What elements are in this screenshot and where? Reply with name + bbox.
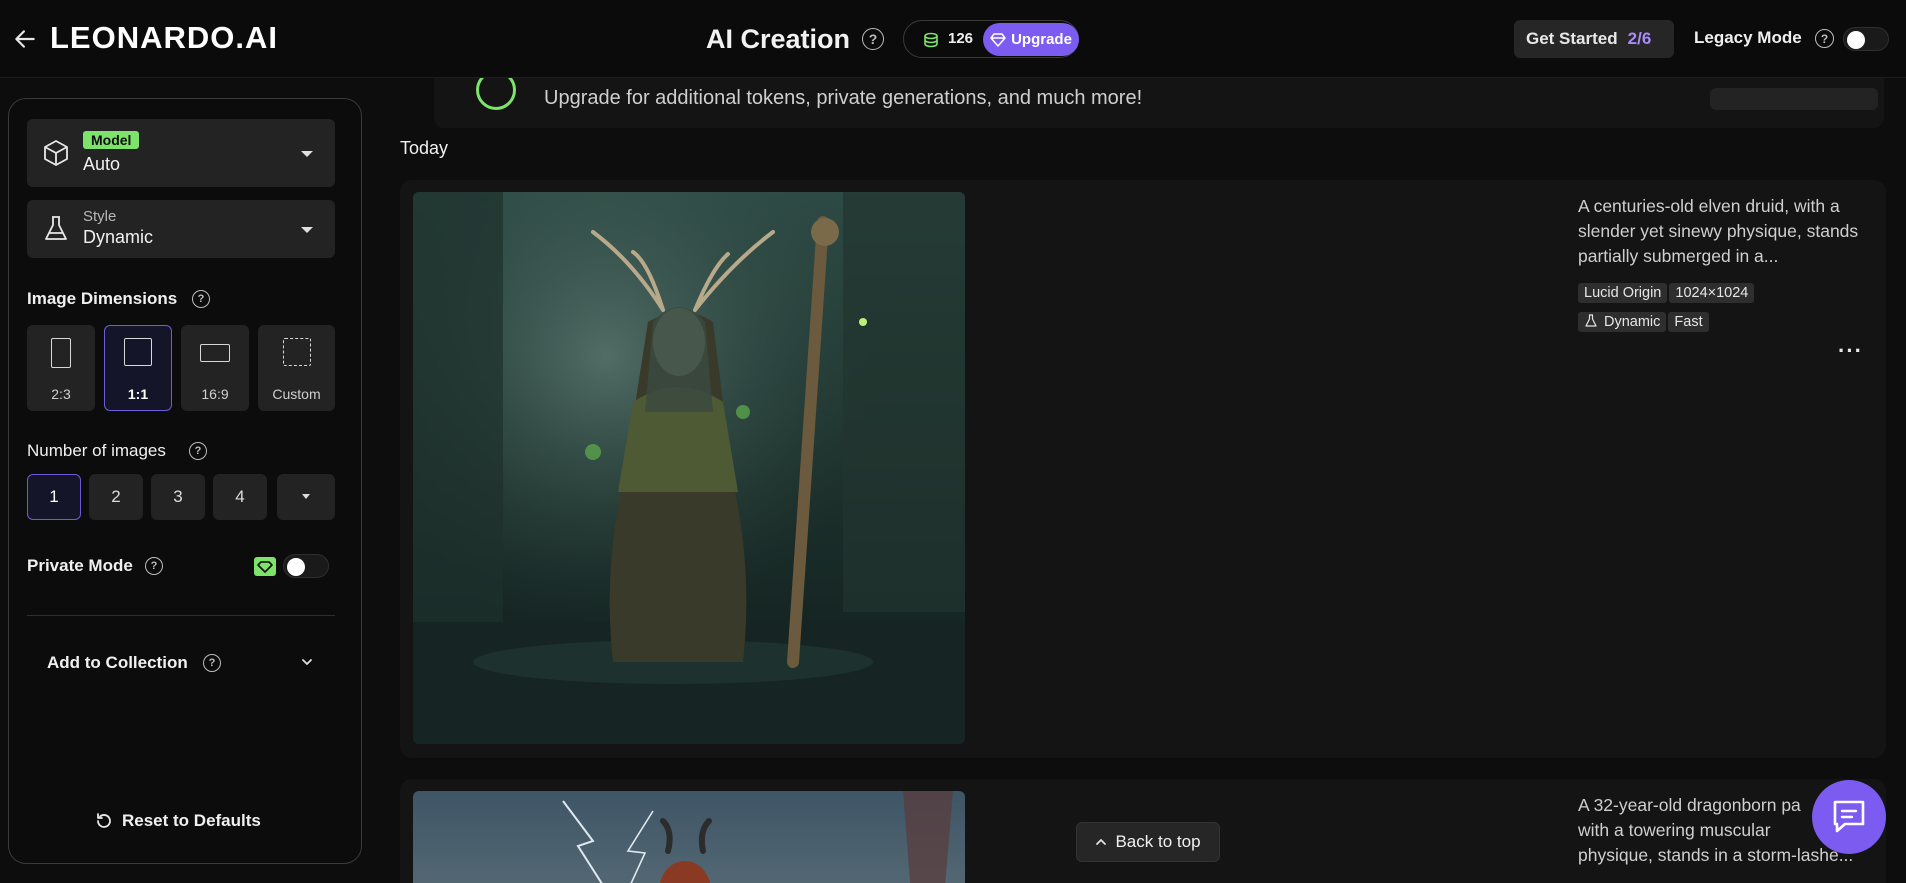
coins-icon xyxy=(924,32,938,48)
collection-help-icon[interactable]: ? xyxy=(203,654,221,672)
help-icon[interactable]: ? xyxy=(862,28,884,50)
upgrade-button[interactable]: Upgrade xyxy=(983,23,1079,56)
number-help-icon[interactable]: ? xyxy=(189,442,207,460)
style-value: Dynamic xyxy=(83,227,154,247)
chevron-down-icon xyxy=(301,227,313,233)
banner-button[interactable] xyxy=(1710,88,1878,110)
custom-size-icon xyxy=(283,338,311,366)
token-count: 126 xyxy=(948,30,974,47)
tag-size: 1024×1024 xyxy=(1669,283,1755,303)
generation-feed: Upgrade for additional tokens, private g… xyxy=(380,78,1906,883)
dimension-16-9-button[interactable]: 16:9 xyxy=(181,325,249,411)
model-value: Auto xyxy=(83,154,121,174)
style-select[interactable]: Style Dynamic xyxy=(27,200,335,258)
tag-style: Dynamic xyxy=(1578,312,1667,332)
tag-model: Lucid Origin xyxy=(1578,283,1668,303)
flask-icon xyxy=(45,216,67,240)
top-bar: LEONARDO.AI AI Creation ? 126 Upgrade Ge… xyxy=(0,0,1906,78)
upgrade-ring-icon xyxy=(476,78,516,110)
style-label: Style xyxy=(83,208,117,225)
dimension-label: 2:3 xyxy=(51,386,71,402)
reset-defaults-button[interactable]: Reset to Defaults xyxy=(94,811,261,831)
get-started-button[interactable]: Get Started 2/6 xyxy=(1514,20,1674,58)
generation-tags: Lucid Origin 1024×1024 xyxy=(1578,283,1756,303)
reset-label: Reset to Defaults xyxy=(122,811,261,830)
page-title: AI Creation xyxy=(706,24,851,54)
num-images-more-button[interactable] xyxy=(277,474,335,520)
num-images-4-button[interactable]: 4 xyxy=(213,474,267,520)
dimension-label: 16:9 xyxy=(201,386,229,402)
legacy-help-icon[interactable]: ? xyxy=(1815,29,1834,48)
legacy-mode-label: Legacy Mode xyxy=(1694,28,1802,47)
model-select[interactable]: Model Auto xyxy=(27,119,335,187)
generation-prompt: A centuries-old elven druid, with a slen… xyxy=(1578,196,1859,266)
image-dimensions-title: Image Dimensions xyxy=(27,289,178,308)
dimensions-help-icon[interactable]: ? xyxy=(192,290,210,308)
num-images-2-button[interactable]: 2 xyxy=(89,474,143,520)
legacy-mode-toggle[interactable] xyxy=(1843,27,1889,51)
chat-support-button[interactable] xyxy=(1812,780,1886,854)
upgrade-label: Upgrade xyxy=(1011,31,1072,48)
cube-icon xyxy=(44,140,68,166)
dimension-label: Custom xyxy=(272,386,321,402)
section-today: Today xyxy=(400,138,449,158)
model-badge: Model xyxy=(83,131,140,149)
dimension-1-1-button[interactable]: 1:1 xyxy=(104,325,172,411)
dimension-custom-button[interactable]: Custom xyxy=(258,325,335,411)
chevron-down-icon xyxy=(301,151,313,157)
num-images-3-button[interactable]: 3 xyxy=(151,474,205,520)
upgrade-banner: Upgrade for additional tokens, private g… xyxy=(434,78,1884,128)
brand-logo[interactable]: LEONARDO.AI xyxy=(50,20,278,56)
banner-text: Upgrade for additional tokens, private g… xyxy=(544,87,1143,109)
toggle-knob xyxy=(287,558,305,576)
tag-style-label: Dynamic xyxy=(1604,314,1661,330)
chevron-up-icon xyxy=(1096,839,1107,845)
chevron-down-icon[interactable] xyxy=(300,655,314,669)
add-to-collection-label[interactable]: Add to Collection xyxy=(47,653,188,673)
back-to-top-label: Back to top xyxy=(1115,832,1201,851)
get-started-label: Get Started xyxy=(1526,29,1618,48)
dimension-2-3-button[interactable]: 2:3 xyxy=(27,325,95,411)
generation-tags-2: Dynamic Fast xyxy=(1578,312,1711,332)
private-mode-toggle[interactable] xyxy=(283,554,329,578)
chevron-down-icon xyxy=(302,494,310,499)
token-balance: 126 Upgrade xyxy=(903,20,1079,58)
generated-image-dragonborn[interactable] xyxy=(413,791,965,883)
premium-gem-icon xyxy=(254,557,276,576)
generated-image-druid[interactable] xyxy=(413,192,965,744)
divider xyxy=(27,615,335,616)
private-help-icon[interactable]: ? xyxy=(145,557,163,575)
get-started-progress: 2/6 xyxy=(1627,29,1652,48)
generation-card: A centuries-old elven druid, with a slen… xyxy=(400,180,1886,758)
square-icon xyxy=(124,338,152,366)
number-of-images-title: Number of images xyxy=(27,441,166,460)
flask-icon xyxy=(1585,314,1597,327)
arrow-left-icon[interactable] xyxy=(12,26,38,52)
reset-icon xyxy=(97,813,111,828)
settings-sidebar: Model Auto Style Dynamic Image Dimension… xyxy=(8,98,362,864)
dimension-label: 1:1 xyxy=(127,386,149,402)
toggle-knob xyxy=(1847,31,1865,49)
private-mode-label: Private Mode xyxy=(27,556,133,575)
tag-speed: Fast xyxy=(1668,312,1709,332)
back-to-top-button[interactable]: Back to top xyxy=(1076,822,1220,862)
landscape-icon xyxy=(200,344,230,362)
portrait-icon xyxy=(51,338,71,368)
more-options-icon[interactable]: ··· xyxy=(1838,338,1863,364)
chat-icon xyxy=(1833,800,1865,833)
num-images-1-button[interactable]: 1 xyxy=(27,474,81,520)
diamond-icon xyxy=(990,32,1006,47)
